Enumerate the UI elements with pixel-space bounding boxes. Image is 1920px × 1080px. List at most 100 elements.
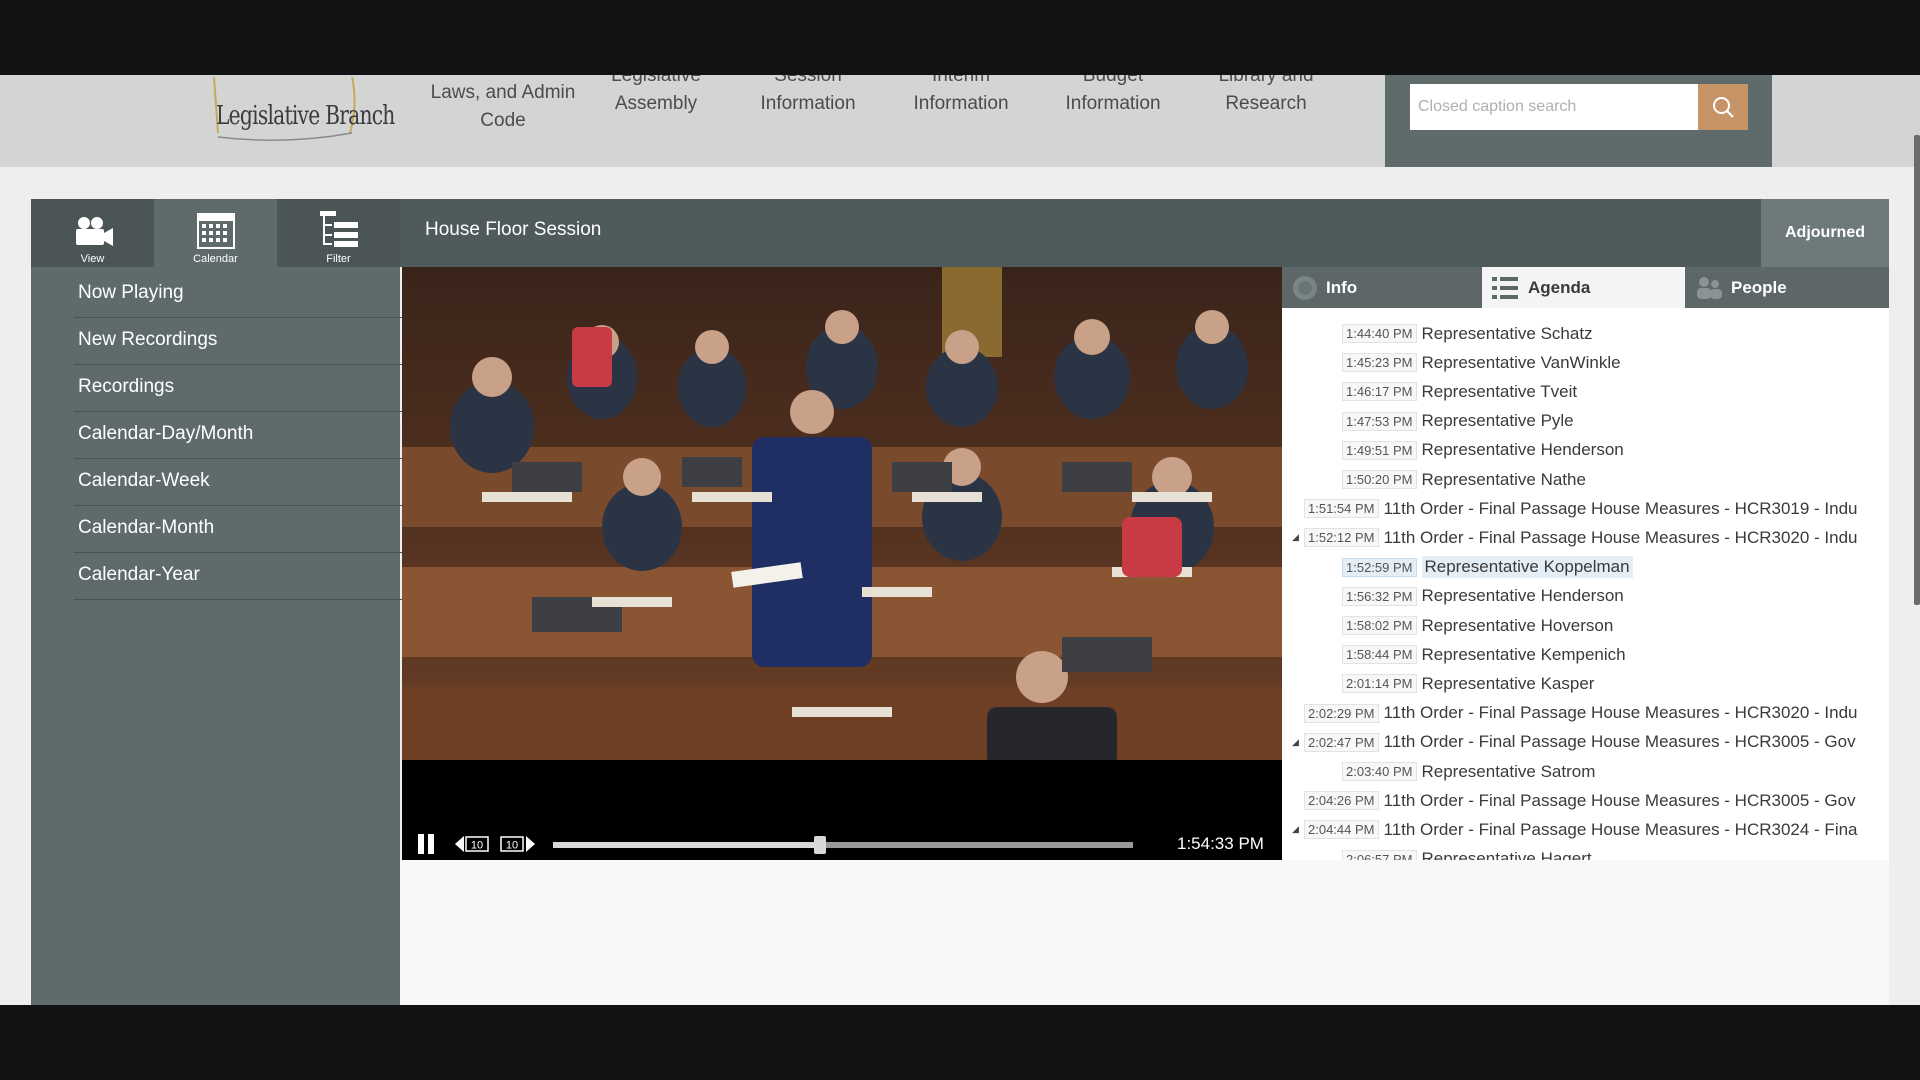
agenda-item-text[interactable]: 11th Order - Final Passage House Measure… <box>1384 499 1858 519</box>
agenda-item-text[interactable]: Representative Pyle <box>1422 411 1574 431</box>
agenda-item-text[interactable]: Representative Nathe <box>1422 470 1586 490</box>
agenda-item[interactable]: 1:56:32 PM Representative Henderson <box>1342 582 1889 611</box>
agenda-item-text[interactable]: Representative Tveit <box>1422 382 1578 402</box>
video-camera-icon <box>75 217 113 246</box>
agenda-item[interactable]: 1:49:51 PM Representative Henderson <box>1342 436 1889 465</box>
skip-back-label: 10 <box>471 840 483 852</box>
agenda-item-text[interactable]: Representative Satrom <box>1422 762 1596 782</box>
nav-library-research[interactable]: Library and Research <box>1186 75 1346 118</box>
menu-recordings[interactable]: Recordings <box>74 365 406 412</box>
agenda-timestamp[interactable]: 1:52:12 PM <box>1304 528 1379 548</box>
agenda-item-text[interactable]: Representative Schatz <box>1422 324 1593 344</box>
search-icon <box>1713 97 1734 118</box>
tab-info[interactable]: Info <box>1282 267 1482 308</box>
agenda-item[interactable]: ◢ 1:52:12 PM 11th Order - Final Passage Ho… <box>1292 523 1889 552</box>
agenda-item-text[interactable]: 11th Order - Final Passage House Measure… <box>1384 791 1856 811</box>
agenda-item[interactable]: 1:47:53 PM Representative Pyle <box>1342 407 1889 436</box>
expand-caret-icon[interactable]: ◢ <box>1292 532 1302 543</box>
agenda-item[interactable]: 2:06:57 PM Representative Hagert <box>1342 845 1889 860</box>
tab-agenda[interactable]: Agenda <box>1482 267 1685 308</box>
agenda-item[interactable]: 1:44:40 PM Representative Schatz <box>1342 319 1889 348</box>
agenda-timestamp[interactable]: 2:01:14 PM <box>1342 674 1417 694</box>
menu-calendar-day-month[interactable]: Calendar-Day/Month <box>74 412 406 459</box>
tab-info-label: Info <box>1326 277 1358 297</box>
menu-calendar-year[interactable]: Calendar-Year <box>74 553 406 600</box>
agenda-timestamp[interactable]: 1:46:17 PM <box>1342 382 1417 402</box>
nav-label: Information <box>913 93 1009 114</box>
agenda-timestamp[interactable]: 1:45:23 PM <box>1342 353 1417 373</box>
legislative-branch-logo[interactable]: Legislative Branch <box>212 75 395 143</box>
skip-forward-button[interactable]: 10 <box>499 834 535 854</box>
tab-people[interactable]: People <box>1685 267 1889 308</box>
nav-session-information[interactable]: Session Information <box>728 75 888 118</box>
agenda-timestamp[interactable]: 2:03:40 PM <box>1342 762 1417 781</box>
tab-view[interactable]: View <box>31 199 154 267</box>
seek-bar[interactable] <box>553 836 1133 854</box>
tab-people-label: People <box>1731 277 1787 297</box>
player-header: House Floor Session <box>400 199 1761 267</box>
agenda-item[interactable]: ◢ 2:02:47 PM 11th Order - Final Passage Ho… <box>1292 728 1889 757</box>
agenda-timestamp[interactable]: 2:04:26 PM <box>1304 791 1379 811</box>
agenda-timestamp[interactable]: 1:47:53 PM <box>1342 411 1417 431</box>
agenda-item-text[interactable]: 11th Order - Final Passage House Measure… <box>1384 528 1858 548</box>
calendar-icon <box>196 213 235 249</box>
agenda-item-text[interactable]: Representative Hoverson <box>1422 616 1614 636</box>
agenda-item[interactable]: 1:58:44 PM Representative Kempenich <box>1342 640 1889 669</box>
menu-now-playing[interactable]: Now Playing <box>74 271 406 318</box>
agenda-item[interactable]: 1:46:17 PM Representative Tveit <box>1342 377 1889 406</box>
seek-handle[interactable] <box>813 836 826 854</box>
nav-legislative-assembly[interactable]: Legislative Assembly <box>576 75 736 118</box>
menu-new-recordings[interactable]: New Recordings <box>74 318 406 365</box>
agenda-item-text[interactable]: Representative Henderson <box>1422 440 1624 460</box>
search-button[interactable] <box>1698 84 1748 130</box>
session-title: House Floor Session <box>425 219 602 240</box>
agenda-timestamp[interactable]: 1:58:02 PM <box>1342 616 1417 635</box>
agenda-item[interactable]: 1:51:54 PM 11th Order - Final Passage Hou… <box>1304 494 1889 523</box>
agenda-item-text[interactable]: Representative Hagert <box>1422 849 1592 860</box>
agenda-timestamp[interactable]: 1:56:32 PM <box>1342 586 1417 606</box>
agenda-item-text[interactable]: Representative Koppelman <box>1421 556 1633 579</box>
expand-caret-icon[interactable]: ◢ <box>1292 737 1302 748</box>
agenda-item-text[interactable]: 11th Order - Final Passage House Measure… <box>1384 732 1856 752</box>
agenda-item[interactable]: 1:45:23 PM Representative VanWinkle <box>1342 348 1889 377</box>
agenda-item[interactable]: 2:02:29 PM 11th Order - Final Passage Hou… <box>1304 699 1889 728</box>
agenda-timestamp[interactable]: 1:44:40 PM <box>1342 324 1417 343</box>
agenda-timestamp[interactable]: 2:02:47 PM <box>1304 732 1379 752</box>
tab-calendar[interactable]: Calendar <box>154 199 277 267</box>
agenda-item[interactable]: 1:50:20 PM Representative Nathe <box>1342 465 1889 494</box>
agenda-item-text[interactable]: Representative Kempenich <box>1422 645 1626 665</box>
agenda-item-text[interactable]: 11th Order - Final Passage House Measure… <box>1384 703 1858 723</box>
agenda-timestamp[interactable]: 2:04:44 PM <box>1304 820 1379 840</box>
agenda-timestamp[interactable]: 1:52:59 PM <box>1342 557 1417 577</box>
caption-search-input[interactable] <box>1410 84 1698 130</box>
agenda-timestamp[interactable]: 1:51:54 PM <box>1304 499 1379 519</box>
agenda-timestamp[interactable]: 1:58:44 PM <box>1342 645 1417 665</box>
agenda-timestamp[interactable]: 2:02:29 PM <box>1304 703 1379 723</box>
expand-caret-icon[interactable]: ◢ <box>1292 824 1302 835</box>
page-scrollbar[interactable] <box>1914 135 1920 605</box>
agenda-item[interactable]: 1:58:02 PM Representative Hoverson <box>1342 611 1889 640</box>
nav-label: Code <box>480 110 526 131</box>
agenda-item[interactable]: 2:04:26 PM 11th Order - Final Passage Hou… <box>1304 786 1889 815</box>
agenda-timestamp[interactable]: 2:06:57 PM <box>1342 849 1417 860</box>
agenda-item[interactable]: 2:03:40 PM Representative Satrom <box>1342 757 1889 786</box>
agenda-item[interactable]: ◢ 2:04:44 PM 11th Order - Final Passage Ho… <box>1292 815 1889 844</box>
skip-back-button[interactable]: 10 <box>455 834 491 854</box>
agenda-item-text[interactable]: Representative VanWinkle <box>1422 353 1621 373</box>
video-frame[interactable] <box>402 267 1282 760</box>
agenda-item[interactable]: 1:52:59 PM Representative Koppelman <box>1342 553 1889 582</box>
agenda-item[interactable]: 2:01:14 PM Representative Kasper <box>1342 669 1889 698</box>
agenda-timestamp[interactable]: 1:49:51 PM <box>1342 440 1417 460</box>
tab-filter[interactable]: Filter <box>277 199 400 267</box>
agenda-item-text[interactable]: Representative Henderson <box>1422 586 1624 606</box>
pause-button[interactable] <box>418 834 436 854</box>
nav-budget-information[interactable]: Budget Information <box>1033 75 1193 118</box>
menu-calendar-week[interactable]: Calendar-Week <box>74 459 406 506</box>
nav-laws-admin-code[interactable]: Laws, and Admin Code <box>423 75 583 135</box>
side-tabs: Info Agenda People <box>1282 267 1889 308</box>
agenda-timestamp[interactable]: 1:50:20 PM <box>1342 470 1417 489</box>
nav-interim-information[interactable]: Interim Information <box>881 75 1041 118</box>
agenda-item-text[interactable]: Representative Kasper <box>1422 674 1595 694</box>
agenda-item-text[interactable]: 11th Order - Final Passage House Measure… <box>1384 820 1858 840</box>
menu-calendar-month[interactable]: Calendar-Month <box>74 506 406 553</box>
